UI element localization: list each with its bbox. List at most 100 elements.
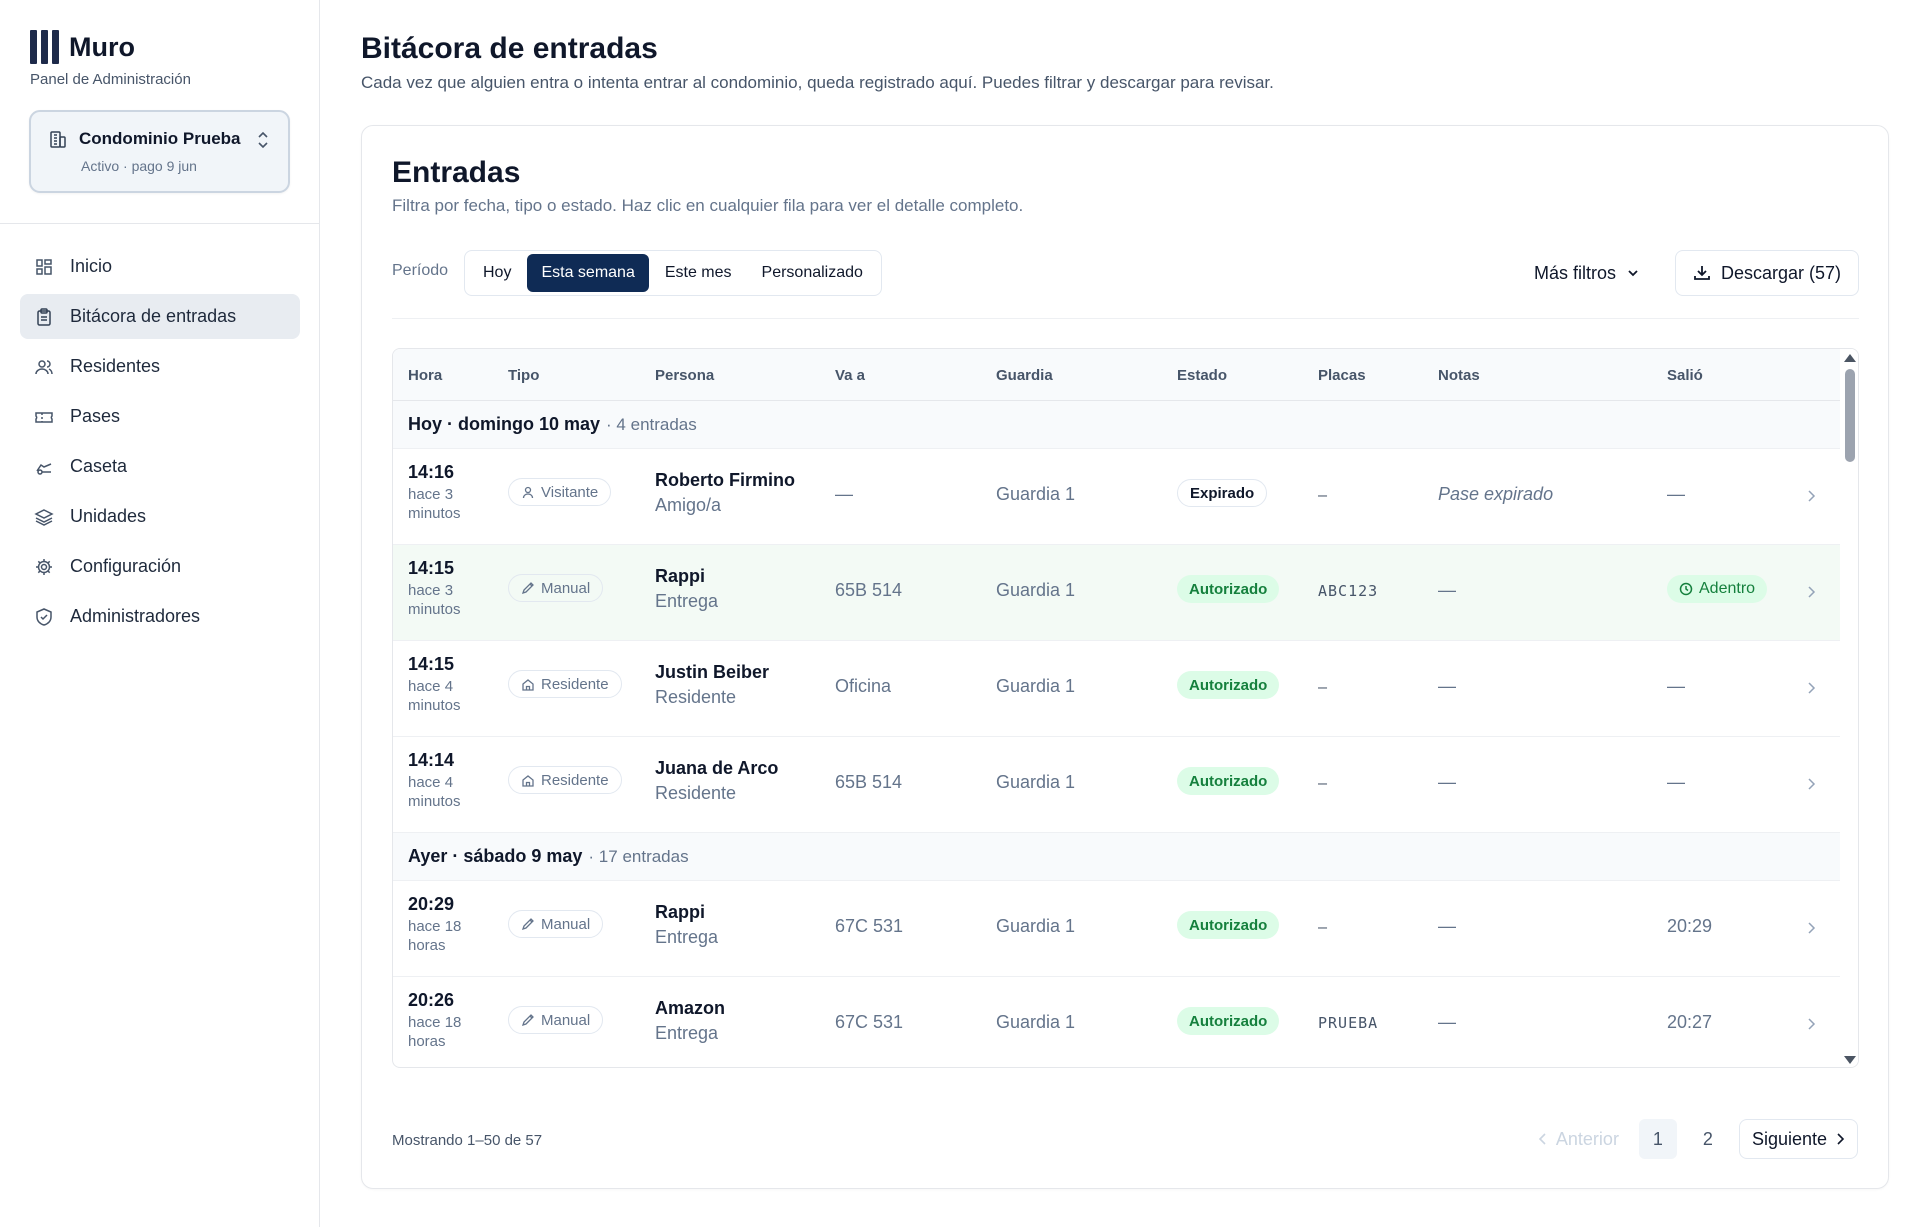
scroll-up-arrow-icon[interactable] [1844,354,1856,362]
person-name: Justin Beiber [655,662,770,682]
cell-guardia: Guardia 1 [996,1012,1076,1032]
page-title: Bitácora de entradas [361,32,658,65]
period-esta-semana[interactable]: Esta semana [527,254,649,292]
condo-name: Condominio Prueba [79,129,241,148]
col-salio[interactable]: Salió [1667,367,1703,384]
entries-table: Hora Tipo Persona Va a Guardia Estado Pl… [392,348,1859,1068]
entry-time: 20:26 [408,990,455,1010]
sidebar-item-residentes[interactable]: Residentes [20,344,300,389]
scroll-down-arrow-icon[interactable] [1844,1056,1856,1064]
sidebar-item-inicio[interactable]: Inicio [20,244,300,289]
cell-estado: Autorizado [1177,575,1280,603]
sidebar-item-bitacora[interactable]: Bitácora de entradas [20,294,300,339]
person-role: Residente [655,783,737,803]
status-badge: Autorizado [1177,911,1280,939]
col-tipo[interactable]: Tipo [508,367,539,384]
condo-status: Activo · pago 9 jun [81,158,197,174]
entry-time: 20:29 [408,894,455,914]
status-badge: Expirado [1177,479,1268,507]
scroll-thumb[interactable] [1845,369,1855,462]
cell-va-a: 67C 531 [835,1012,904,1032]
cell-estado: Autorizado [1177,767,1280,795]
brand-logo-icon [30,30,59,64]
sidebar-item-configuracion[interactable]: Configuración [20,544,300,589]
cell-persona: Rappi Entrega [655,566,718,612]
table-row[interactable]: 14:16 hace 3 minutos Visitante Roberto F… [393,449,1840,545]
gear-icon [36,558,52,575]
page-2-button[interactable]: 2 [1689,1119,1727,1159]
type-label: Manual [541,579,591,597]
cell-estado: Autorizado [1177,671,1280,699]
exit-time: — [1667,676,1685,696]
table-row[interactable]: 14:14 hace 4 minutos Residente Juana de … [393,737,1840,833]
status-badge: Autorizado [1177,671,1280,699]
guardhouse-icon [36,462,52,475]
chevron-left-icon [1538,1133,1546,1145]
card-title: Entradas [392,156,521,189]
sidebar-item-administradores[interactable]: Administradores [20,594,300,639]
cell-estado: Autorizado [1177,911,1280,939]
condo-switcher[interactable]: Condominio Prueba Activo · pago 9 jun [29,110,290,193]
chevron-right-icon[interactable] [1805,1015,1817,1033]
period-este-mes[interactable]: Este mes [651,254,746,292]
cell-guardia: Guardia 1 [996,916,1076,936]
cell-hora: 14:15 hace 4 minutos [408,654,488,715]
period-hoy[interactable]: Hoy [469,254,525,292]
chevron-right-icon[interactable] [1805,583,1817,601]
col-estado[interactable]: Estado [1177,367,1227,384]
table-body: Hoy · domingo 10 may · 4 entradas 14:16 … [393,401,1840,1067]
table-row[interactable]: 20:26 hace 18 horas Manual Amazon Entreg… [393,977,1840,1067]
chevron-right-icon[interactable] [1805,679,1817,697]
period-personalizado[interactable]: Personalizado [748,254,877,292]
col-guardia[interactable]: Guardia [996,367,1053,384]
table-scrollbar[interactable] [1840,349,1858,1067]
cell-tipo: Visitante [508,478,612,506]
cell-hora: 20:26 hace 18 horas [408,990,488,1051]
col-hora[interactable]: Hora [408,367,442,384]
person-role: Entrega [655,591,719,611]
cell-hora: 20:29 hace 18 horas [408,894,488,955]
home-icon [522,775,534,787]
group-label: Hoy · domingo 10 may [408,414,601,434]
col-placas[interactable]: Placas [1318,367,1366,384]
cell-va-a: — [835,484,853,504]
sidebar-item-label: Caseta [70,456,128,476]
sidebar-item-pases[interactable]: Pases [20,394,300,439]
chevron-right-icon[interactable] [1805,487,1817,505]
more-filters-button[interactable]: Más filtros [1534,250,1640,296]
sidebar-item-caseta[interactable]: Caseta [20,444,300,489]
table-row[interactable]: 20:29 hace 18 horas Manual Rappi Entrega… [393,881,1840,977]
cell-tipo: Manual [508,1006,604,1034]
chevron-right-icon[interactable] [1805,919,1817,937]
sidebar-item-label: Residentes [70,356,161,376]
clock-icon [1679,582,1693,596]
sidebar-item-label: Inicio [70,256,113,276]
chevron-right-icon[interactable] [1805,775,1817,793]
entry-relative-time: hace 4 minutos [408,678,461,714]
col-va-a[interactable]: Va a [835,367,865,384]
type-label: Residente [541,675,609,693]
entry-relative-time: hace 3 minutos [408,582,461,618]
type-badge: Residente [508,766,622,794]
group-row: Ayer · sábado 9 may · 17 entradas [393,833,1840,881]
sidebar-item-label: Bitácora de entradas [70,306,237,326]
cell-notas: — [1438,1012,1456,1032]
col-notas[interactable]: Notas [1438,367,1480,384]
download-button[interactable]: Descargar (57) [1675,250,1859,296]
entry-relative-time: hace 18 horas [408,918,462,954]
page-1-button[interactable]: 1 [1638,1119,1677,1159]
table-row[interactable]: 14:15 hace 4 minutos Residente Justin Be… [393,641,1840,737]
entries-card: Entradas Filtra por fecha, tipo o estado… [361,125,1889,1189]
person-name: Amazon [655,998,726,1018]
person-role: Residente [655,687,737,707]
cell-tipo: Residente [508,766,622,794]
cell-persona: Rappi Entrega [655,902,718,948]
cell-guardia: Guardia 1 [996,772,1076,792]
person-name: Rappi [655,566,706,586]
prev-page-button[interactable]: Anterior [1530,1129,1627,1150]
sidebar-item-unidades[interactable]: Unidades [20,494,300,539]
next-page-button[interactable]: Siguiente [1738,1119,1858,1159]
users-icon [35,359,53,374]
col-persona[interactable]: Persona [655,367,714,384]
table-row[interactable]: 14:15 hace 3 minutos Manual Rappi Entreg… [393,545,1840,641]
